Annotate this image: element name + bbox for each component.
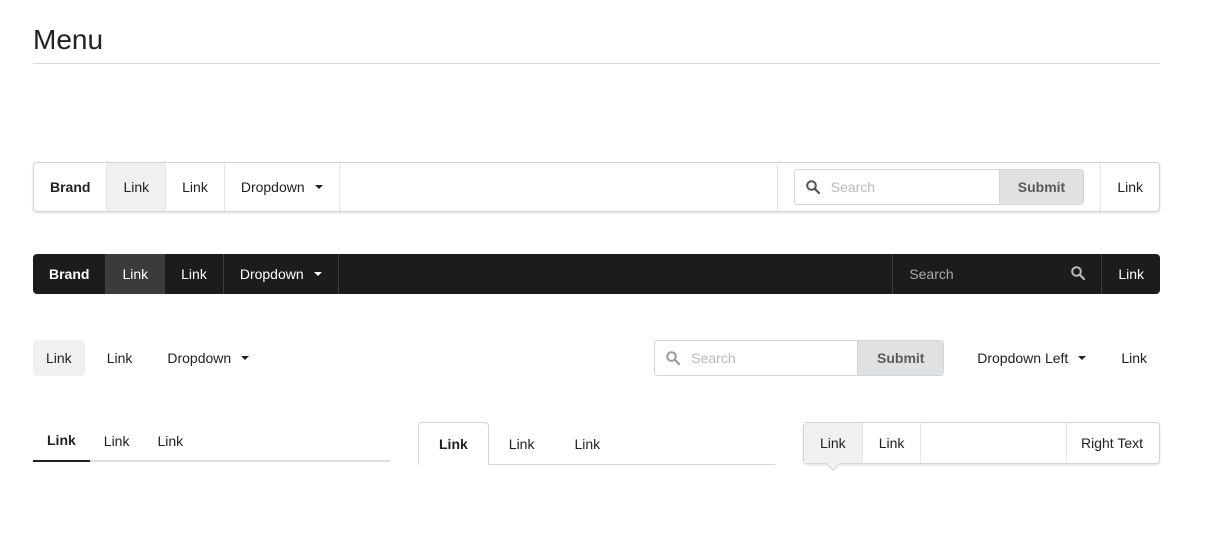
menu-basic: Brand Link Link Dropdown Submit Link (33, 162, 1160, 212)
menu-secondary: Link Link Dropdown Submit Dropdown Left … (33, 340, 1160, 376)
right-text: Right Text (1081, 435, 1143, 451)
menu-spacer (339, 254, 893, 294)
search-icon[interactable] (1071, 265, 1086, 283)
pointer-arrow (825, 456, 840, 472)
dropdown-label: Dropdown (167, 350, 232, 366)
menu-spacer (271, 340, 654, 376)
menu-link-active[interactable]: Link (107, 163, 167, 211)
tabs-boxed: Link Link Link (418, 422, 775, 465)
search-input[interactable] (691, 341, 858, 375)
submit-button[interactable]: Submit (857, 341, 944, 375)
search-container (892, 254, 1103, 294)
menu-link-active[interactable]: Link (804, 423, 863, 472)
caret-down-icon (241, 356, 250, 360)
dropdown-label: Dropdown (239, 266, 304, 282)
tab-link-active[interactable]: Link (418, 422, 489, 465)
search-icon (795, 170, 830, 204)
title-divider (33, 63, 1160, 64)
dropdown-menu[interactable]: Dropdown (154, 340, 262, 376)
menu-link[interactable]: Link (166, 163, 225, 211)
menu-link[interactable]: Link (165, 254, 224, 294)
tab-link[interactable]: Link (143, 420, 197, 462)
menu-inverted: Brand Link Link Dropdown Link (33, 254, 1160, 294)
tabs-underline: Link Link Link (33, 420, 390, 462)
brand-item[interactable]: Brand (34, 163, 108, 211)
brand-item[interactable]: Brand (33, 254, 107, 294)
tab-link[interactable]: Link (90, 420, 144, 462)
dropdown-label: Dropdown Left (977, 350, 1069, 366)
search-container: Submit (778, 163, 1102, 211)
dropdown-menu[interactable]: Dropdown (225, 163, 340, 211)
submit-button[interactable]: Submit (998, 170, 1084, 204)
dropdown-left-menu[interactable]: Dropdown Left (964, 340, 1099, 376)
menu-link-right[interactable]: Link (1101, 163, 1159, 211)
caret-down-icon (313, 272, 322, 276)
tab-link[interactable]: Link (554, 422, 620, 465)
menu-link-right[interactable]: Link (1102, 254, 1160, 294)
menu-link-active[interactable]: Link (106, 254, 166, 294)
menu-spacer (340, 163, 779, 211)
caret-down-icon (1078, 356, 1087, 360)
search-icon (655, 341, 691, 375)
search-action-input: Submit (654, 340, 945, 376)
menu-link[interactable]: Link (94, 340, 146, 376)
page-title: Menu (33, 24, 104, 55)
tab-link[interactable]: Link (489, 422, 555, 465)
search-input[interactable] (830, 170, 999, 204)
menu-link[interactable]: Link (863, 423, 922, 463)
menu-link-active[interactable]: Link (33, 340, 85, 376)
dropdown-menu[interactable]: Dropdown (224, 254, 339, 294)
caret-down-icon (314, 185, 323, 189)
search-input[interactable] (909, 266, 1050, 282)
dropdown-label: Dropdown (240, 179, 305, 195)
search-action-input: Submit (794, 169, 1085, 205)
menu-spacer (921, 423, 1067, 463)
tab-link-active[interactable]: Link (33, 420, 90, 462)
menu-link-label: Link (820, 435, 846, 451)
menu-link-right[interactable]: Link (1108, 340, 1160, 376)
menu-pointing: Link Link Right Text (803, 422, 1160, 472)
